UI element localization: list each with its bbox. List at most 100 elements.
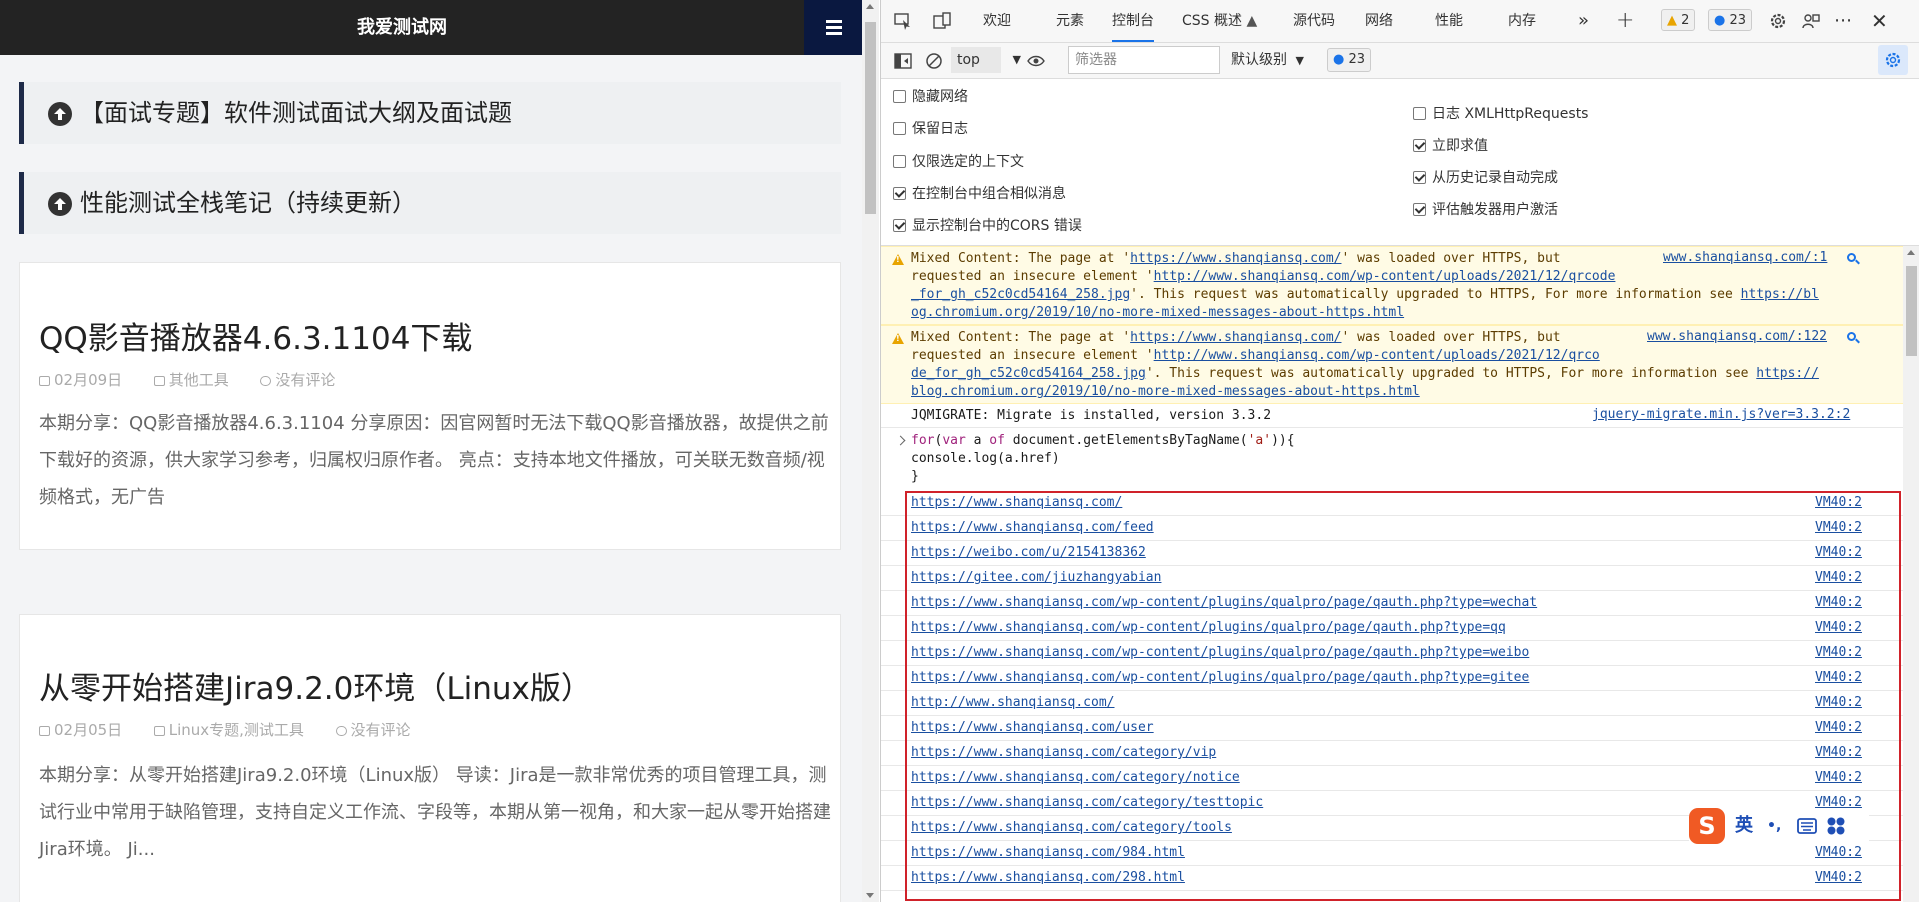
scrollbar-thumb[interactable] <box>865 22 876 214</box>
log-source-link[interactable]: VM40:2 <box>1815 645 1862 661</box>
post-title[interactable]: 从零开始搭建Jira9.2.0环境（Linux版） <box>39 663 592 708</box>
magnifier-icon[interactable] <box>1847 253 1856 262</box>
warning-link[interactable]: http://www.shanqiansq.com/wp-content/upl… <box>1154 348 1600 363</box>
checkbox[interactable] <box>1413 139 1426 152</box>
logged-url-link[interactable]: https://weibo.com/u/2154138362 <box>911 545 1146 561</box>
post-category[interactable]: Linux专题,测试工具 <box>169 719 304 740</box>
close-devtools-icon[interactable]: ✕ <box>1871 0 1888 42</box>
messages-badge[interactable]: ● 23 <box>1708 9 1753 31</box>
warning-link[interactable]: https://www.shanqiansq.com/ <box>1130 330 1341 345</box>
checkbox[interactable] <box>893 219 906 232</box>
tab-welcome[interactable]: 欢迎 <box>983 0 1011 42</box>
log-source-link[interactable]: jquery-migrate.min.js?ver=3.3.2:2 <box>1592 407 1850 422</box>
inspect-element-icon[interactable] <box>893 11 913 31</box>
logged-url-link[interactable]: https://www.shanqiansq.com/category/noti… <box>911 770 1240 786</box>
ime-logo-icon[interactable]: S <box>1689 808 1725 844</box>
context-selector[interactable]: top ▼ <box>951 47 1021 73</box>
log-source-link[interactable]: VM40:2 <box>1815 595 1862 611</box>
checkbox[interactable] <box>1413 107 1426 120</box>
log-source-link[interactable]: VM40:2 <box>1815 770 1862 786</box>
warning-link[interactable]: https:// <box>1756 366 1819 381</box>
log-source-link[interactable]: VM40:2 <box>1815 745 1862 761</box>
tab-console[interactable]: 控制台 <box>1112 0 1154 42</box>
topic-banner-performance[interactable]: 性能测试全栈笔记（持续更新） <box>19 172 841 234</box>
website-scrollbar[interactable] <box>862 0 879 902</box>
scroll-up-arrow-icon[interactable] <box>1907 250 1915 255</box>
logged-url-link[interactable]: https://www.shanqiansq.com/wp-content/pl… <box>911 670 1529 686</box>
logged-url-link[interactable]: https://www.shanqiansq.com/ <box>911 495 1122 511</box>
post-comments[interactable]: 没有评论 <box>275 369 335 390</box>
checkbox[interactable] <box>1413 203 1426 216</box>
checkbox[interactable] <box>893 122 906 135</box>
hamburger-menu-icon[interactable] <box>804 0 862 55</box>
device-toolbar-icon[interactable] <box>932 11 952 31</box>
logged-url-link[interactable]: https://www.shanqiansq.com/category/vip <box>911 745 1216 761</box>
warning-link[interactable]: blog.chromium.org/2019/10/no-more-mixed-… <box>911 384 1420 399</box>
logged-url-link[interactable]: https://www.shanqiansq.com/category/test… <box>911 795 1263 811</box>
settings-gear-icon[interactable] <box>1768 11 1788 31</box>
issues-badge[interactable]: ● 23 <box>1327 48 1372 72</box>
logged-url-link[interactable]: https://www.shanqiansq.com/category/tool… <box>911 820 1232 836</box>
console-scrollbar[interactable] <box>1903 246 1919 902</box>
checkbox[interactable] <box>893 155 906 168</box>
setting-show-cors-errors[interactable]: 显示控制台中的CORS 错误 <box>893 217 1082 235</box>
scroll-down-arrow-icon[interactable] <box>866 893 874 898</box>
tab-network[interactable]: 网络 <box>1365 0 1393 42</box>
magnifier-icon[interactable] <box>1847 332 1856 341</box>
post-comments[interactable]: 没有评论 <box>351 719 411 740</box>
logged-url-link[interactable]: https://www.shanqiansq.com/wp-content/pl… <box>911 595 1537 611</box>
ime-toolbox-icon[interactable] <box>1826 816 1846 836</box>
setting-log-xhr[interactable]: 日志 XMLHttpRequests <box>1413 105 1588 123</box>
logged-url-link[interactable]: https://www.shanqiansq.com/984.html <box>911 845 1185 861</box>
tab-css-overview[interactable]: CSS 概述 ▲ <box>1182 0 1257 42</box>
topic-banner-interview[interactable]: 【面试专题】软件测试面试大纲及面试题 <box>19 82 841 144</box>
setting-selected-context-only[interactable]: 仅限选定的上下文 <box>893 153 1024 171</box>
filter-input[interactable] <box>1068 46 1220 74</box>
log-source-link[interactable]: VM40:2 <box>1815 545 1862 561</box>
setting-preserve-log[interactable]: 保留日志 <box>893 120 968 138</box>
setting-hide-network[interactable]: 隐藏网络 <box>893 88 968 106</box>
setting-user-activation[interactable]: 评估触发器用户激活 <box>1413 201 1558 219</box>
log-level-dropdown[interactable]: 默认级别 ▼ <box>1231 47 1304 73</box>
checkbox[interactable] <box>1413 171 1426 184</box>
log-source-link[interactable]: VM40:2 <box>1815 570 1862 586</box>
logged-url-link[interactable]: https://www.shanqiansq.com/feed <box>911 520 1154 536</box>
warning-source-link[interactable]: www.shanqiansq.com/:122 <box>1647 329 1827 344</box>
logged-url-link[interactable]: https://www.shanqiansq.com/wp-content/pl… <box>911 620 1506 636</box>
warning-link[interactable]: https://bl <box>1741 287 1819 302</box>
site-title[interactable]: 我爱测试网 <box>0 0 804 55</box>
checkbox[interactable] <box>893 187 906 200</box>
tab-performance[interactable]: 性能 <box>1435 0 1463 42</box>
setting-autocomplete-history[interactable]: 从历史记录自动完成 <box>1413 169 1558 187</box>
post-title[interactable]: QQ影音播放器4.6.3.1104下载 <box>39 313 472 358</box>
log-source-link[interactable]: VM40:2 <box>1815 695 1862 711</box>
more-options-icon[interactable]: ⋯ <box>1834 0 1852 42</box>
log-source-link[interactable]: VM40:2 <box>1815 720 1862 736</box>
ime-punctuation-toggle[interactable]: •, <box>1767 808 1781 844</box>
scrollbar-thumb[interactable] <box>1906 266 1917 356</box>
setting-group-similar[interactable]: 在控制台中组合相似消息 <box>893 185 1066 203</box>
warning-link[interactable]: og.chromium.org/2019/10/no-more-mixed-me… <box>911 305 1404 320</box>
logged-url-link[interactable]: https://www.shanqiansq.com/user <box>911 720 1154 736</box>
clear-console-icon[interactable] <box>924 51 944 71</box>
tab-elements[interactable]: 元素 <box>1056 0 1084 42</box>
warning-link[interactable]: https://www.shanqiansq.com/ <box>1130 251 1341 266</box>
tab-sources[interactable]: 源代码 <box>1293 0 1335 42</box>
ime-toolbar[interactable]: S 英 •, <box>1689 808 1869 844</box>
log-source-link[interactable]: VM40:2 <box>1815 495 1862 511</box>
tab-memory[interactable]: 内存 <box>1508 0 1536 42</box>
warning-link[interactable]: http://www.shanqiansq.com/wp-content/upl… <box>1154 269 1616 284</box>
add-tab-plus-icon[interactable]: + <box>1616 0 1634 42</box>
setting-eager-evaluation[interactable]: 立即求值 <box>1413 137 1488 155</box>
warning-link[interactable]: _for_gh_c52c0cd54164_258.jpg <box>911 287 1130 302</box>
warnings-badge[interactable]: ▲ 2 <box>1661 9 1696 31</box>
scroll-up-arrow-icon[interactable] <box>866 4 874 9</box>
ime-language-toggle[interactable]: 英 <box>1735 808 1753 844</box>
console-settings-button[interactable] <box>1878 45 1908 75</box>
logged-url-link[interactable]: https://www.shanqiansq.com/wp-content/pl… <box>911 645 1529 661</box>
log-source-link[interactable]: VM40:2 <box>1815 870 1862 886</box>
warning-link[interactable]: de_for_gh_c52c0cd54164_258.jpg <box>911 366 1146 381</box>
logged-url-link[interactable]: https://gitee.com/jiuzhangyabian <box>911 570 1161 586</box>
log-source-link[interactable]: VM40:2 <box>1815 845 1862 861</box>
show-sidebar-icon[interactable] <box>893 51 913 71</box>
